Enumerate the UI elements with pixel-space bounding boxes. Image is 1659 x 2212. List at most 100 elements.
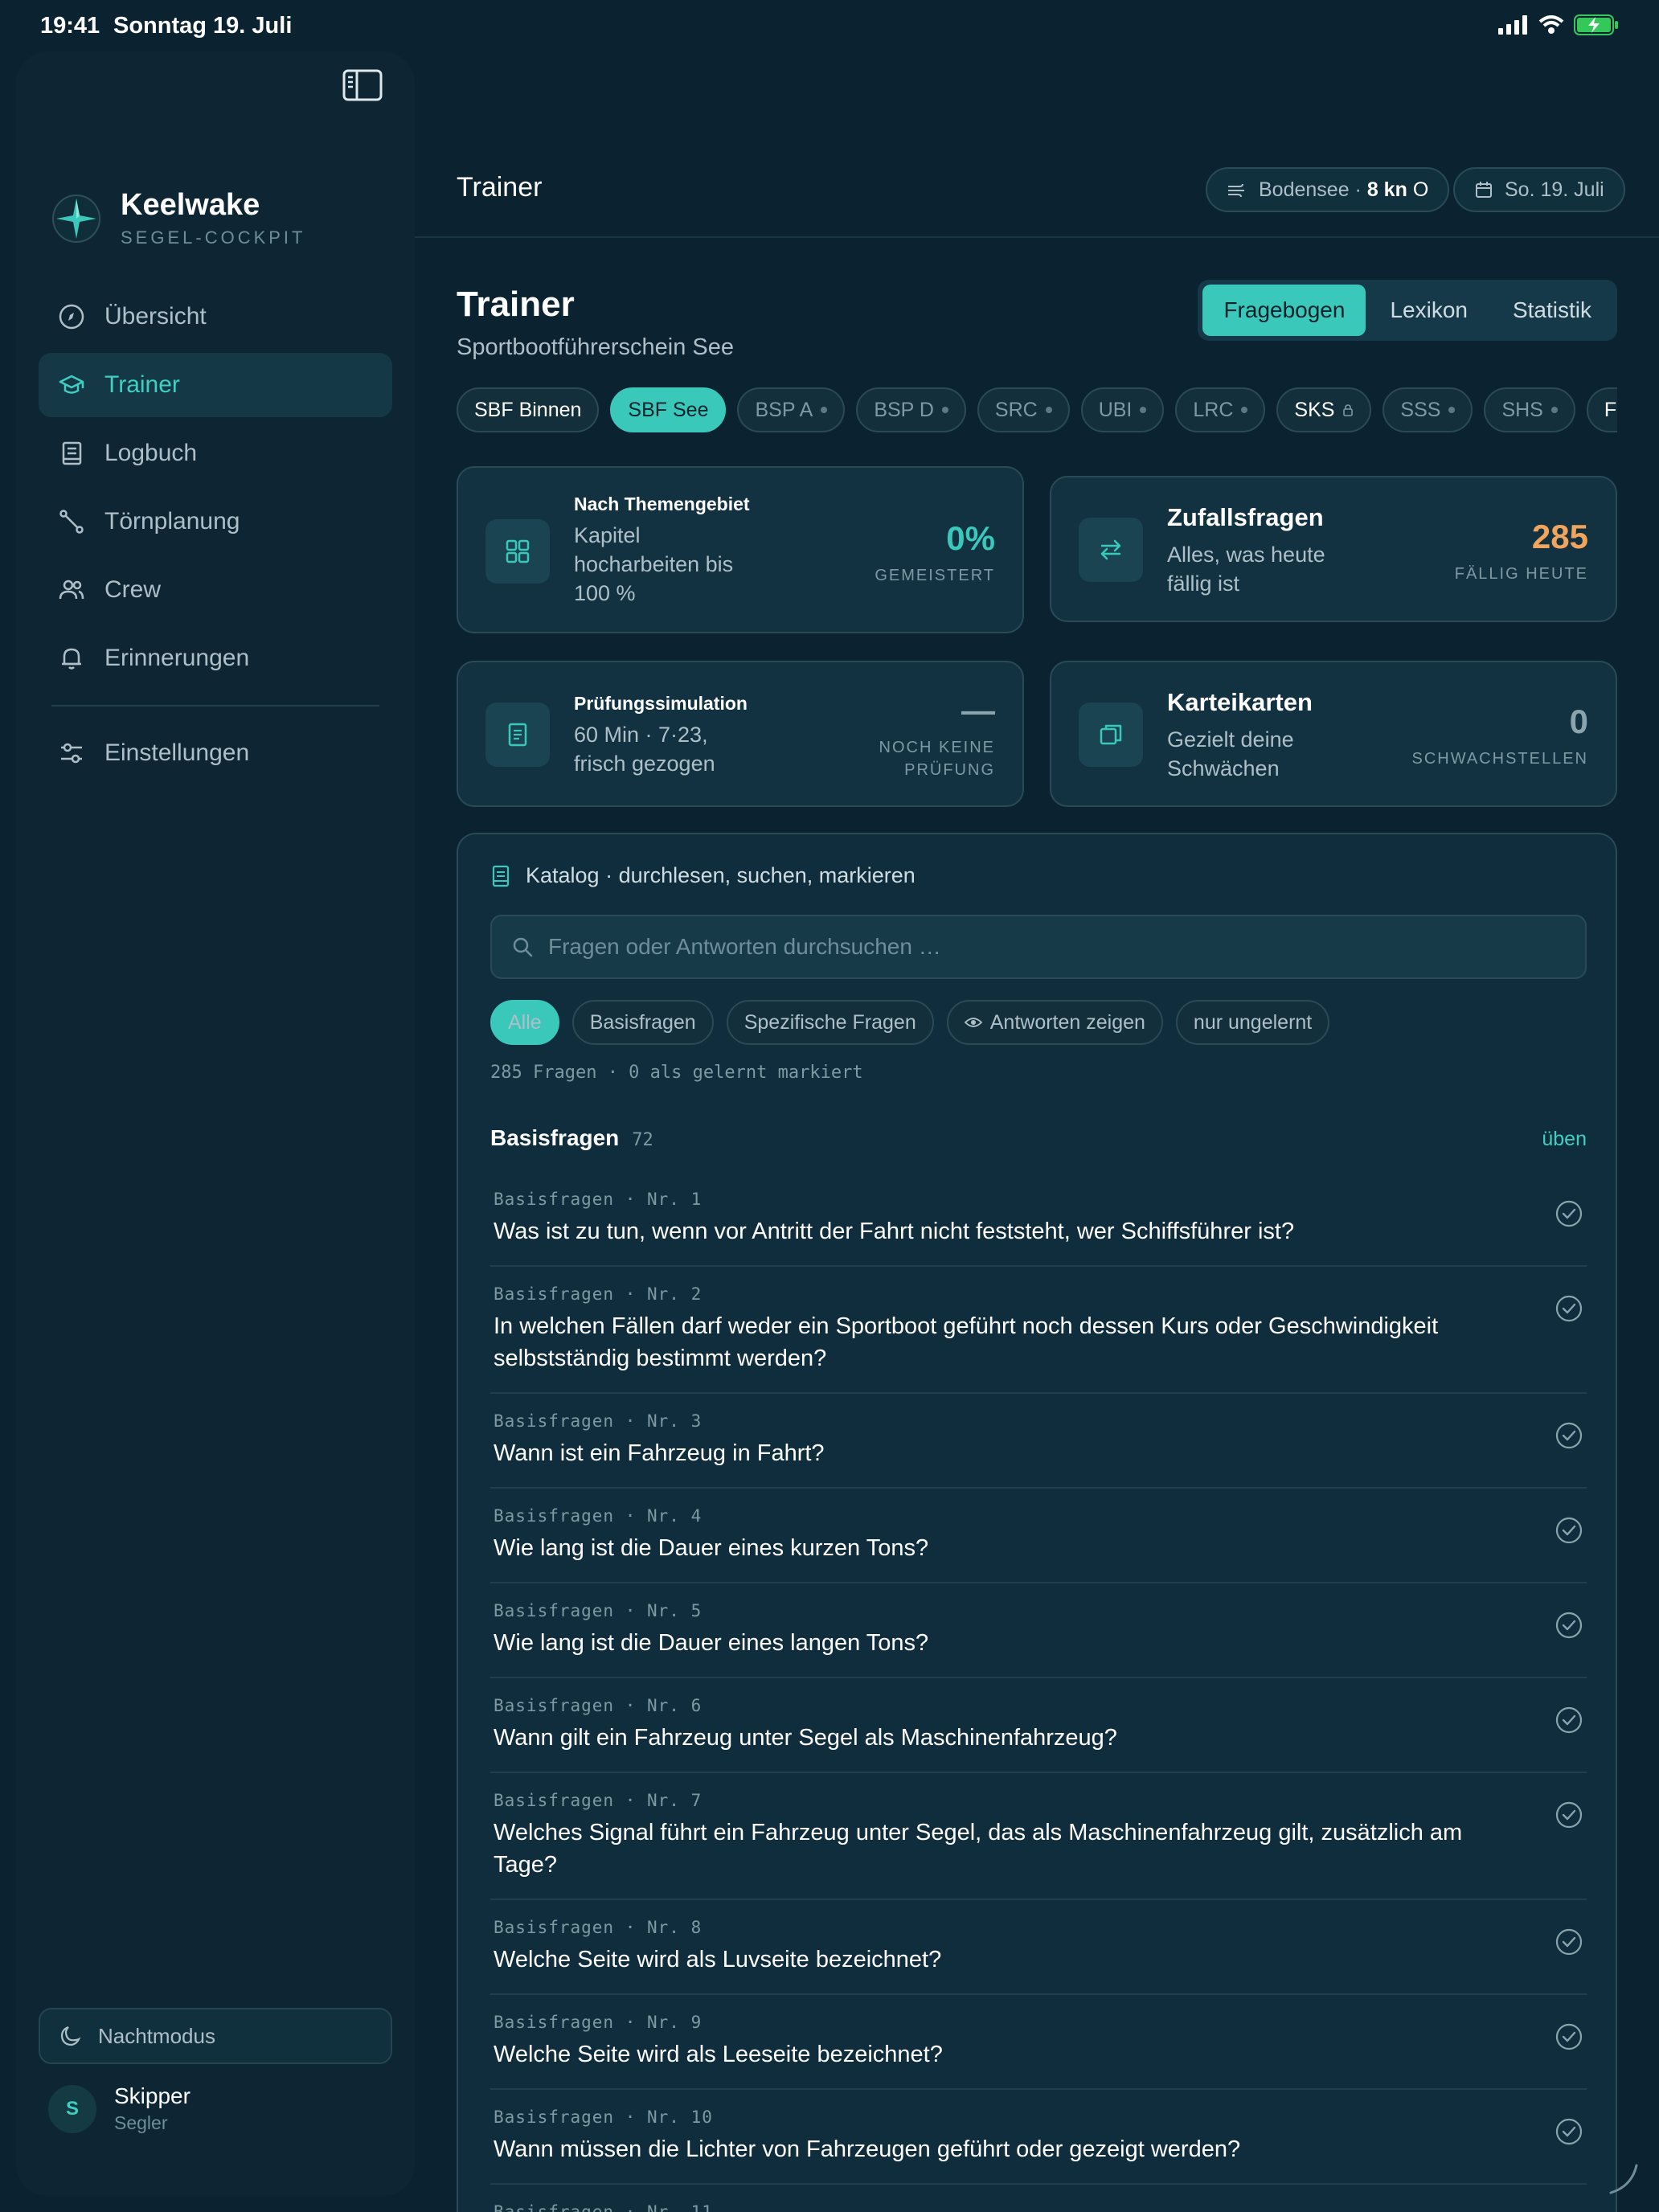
check-circle-icon[interactable] (1555, 1199, 1583, 1228)
tab-lexicon[interactable]: Lexikon (1369, 285, 1489, 336)
check-circle-icon[interactable] (1555, 1706, 1583, 1735)
sidebar-item-label: Trainer (104, 371, 180, 398)
check-circle-icon[interactable] (1555, 1421, 1583, 1450)
wind-icon (1228, 183, 1244, 198)
question-meta: Basisfragen · Nr. 7 (494, 1791, 703, 1810)
check-circle-icon[interactable] (1555, 2117, 1583, 2146)
question-meta: Basisfragen · Nr. 1 (494, 1190, 703, 1209)
book-icon (492, 865, 510, 887)
question-meta: Basisfragen · Nr. 6 (494, 1696, 703, 1715)
card-stat-label: FÄLLIG HEUTE (1454, 565, 1588, 583)
sidebar-item-label: Einstellungen (104, 739, 250, 766)
graduation-cap-icon (59, 375, 84, 394)
license-chips: SBF Binnen SBF See BSP A BSP D SRC UBI L… (457, 387, 1617, 432)
license-chip-sbf-binnen[interactable]: SBF Binnen (457, 387, 600, 432)
check-circle-icon[interactable] (1555, 1294, 1583, 1323)
sidebar-item-logbook[interactable]: Logbuch (39, 421, 392, 485)
license-chip-shs[interactable]: SHS (1484, 387, 1575, 432)
card-title: Zufallsfragen (1167, 503, 1324, 531)
practice-link[interactable]: üben (1542, 1128, 1587, 1151)
license-chip-src[interactable]: SRC (977, 387, 1070, 432)
license-chip-bsp-a[interactable]: BSP A (737, 387, 846, 432)
list-item[interactable]: Basisfragen · Nr. 8 Welche Seite wird als… (490, 1900, 1587, 1995)
license-chip-ubi[interactable]: UBI (1080, 387, 1165, 432)
list-item[interactable]: Basisfragen · Nr. 9 Welche Seite wird als… (490, 1995, 1587, 2090)
check-circle-icon[interactable] (1555, 2022, 1583, 2051)
chip-label: SKS (1294, 398, 1335, 421)
license-chip-bsp-d[interactable]: BSP D (856, 387, 966, 432)
list-item[interactable]: Basisfragen · Nr. 6 Wann gilt ein Fahrzeu… (490, 1678, 1587, 1773)
chip-label: LRC (1193, 398, 1234, 421)
moon-icon (60, 2026, 81, 2046)
weather-pill[interactable]: Bodensee · 8 kn O (1206, 167, 1450, 212)
card-stat-label: GEMEISTERT (875, 567, 995, 584)
list-item[interactable]: Basisfragen · Nr. 3 Wann ist ein Fahrzeug… (490, 1394, 1587, 1489)
view-tabs: Fragebogen Lexikon Statistik (1198, 280, 1617, 341)
bell-icon (62, 648, 81, 670)
card-icon-box (1079, 518, 1143, 582)
license-chip-sks[interactable]: SKS (1276, 387, 1372, 432)
question-meta: Basisfragen · Nr. 11 (494, 2202, 713, 2212)
list-item[interactable]: Basisfragen · Nr. 2 In welchen Fällen dar… (490, 1267, 1587, 1394)
sidebar-item-settings[interactable]: Einstellungen (39, 721, 392, 785)
night-mode-button[interactable]: Nachtmodus (39, 2008, 392, 2064)
chip-label: SRC (994, 398, 1038, 421)
swap-arrows-icon (1100, 539, 1121, 560)
tab-statistics[interactable]: Statistik (1492, 285, 1612, 336)
list-item[interactable]: Basisfragen · Nr. 7 Welches Signal führt … (490, 1773, 1587, 1900)
card-title: Prüfungssimulation (574, 693, 748, 714)
check-circle-icon[interactable] (1555, 1611, 1583, 1640)
card-description: Kapitel hocharbeiten bis 100 % (574, 523, 734, 605)
list-item[interactable]: Basisfragen · Nr. 11 (490, 2185, 1587, 2212)
wifi-icon (1538, 15, 1564, 34)
card-description: 60 Min · 7·23, frisch gezogen (574, 723, 715, 776)
status-dot (1241, 407, 1248, 413)
status-dot (1140, 407, 1147, 413)
list-item[interactable]: Basisfragen · Nr. 1 Was ist zu tun, wenn … (490, 1172, 1587, 1267)
filter-show-answers[interactable]: Antworten zeigen (946, 1000, 1163, 1045)
top-bar: Trainer Bodensee · 8 kn O So. 19. Juli (415, 145, 1659, 238)
card-icon-box (1079, 703, 1143, 767)
sidebar-item-label: Crew (104, 576, 162, 603)
filter-unlearned[interactable]: nur ungelernt (1175, 1000, 1330, 1045)
list-item[interactable]: Basisfragen · Nr. 4 Wie lang ist die Daue… (490, 1489, 1587, 1583)
sidebar-item-trainer[interactable]: Trainer (39, 353, 392, 417)
signal-icon (1498, 15, 1527, 35)
sidebar-item-reminders[interactable]: Erinnerungen (39, 626, 392, 690)
question-meta: Basisfragen · Nr. 8 (494, 1918, 703, 1937)
list-item[interactable]: Basisfragen · Nr. 10 Wann müssen die Lich… (490, 2090, 1587, 2185)
chip-label: SHS (1501, 398, 1543, 421)
license-chip-sss[interactable]: SSS (1382, 387, 1473, 432)
book-icon (62, 441, 82, 465)
search-input[interactable] (548, 934, 1553, 960)
sidebar-item-crew[interactable]: Crew (39, 558, 392, 622)
list-item[interactable]: Basisfragen · Nr. 5 Wie lang ist die Daue… (490, 1583, 1587, 1678)
topic-card[interactable]: Nach Themengebiet Kapitel hocharbeiten b… (457, 466, 1024, 633)
exam-simulation-card[interactable]: Prüfungssimulation 60 Min · 7·23, frisch… (457, 661, 1024, 807)
filter-basic[interactable]: Basisfragen (571, 1000, 714, 1045)
question-list: Basisfragen · Nr. 1 Was ist zu tun, wenn … (490, 1172, 1587, 2212)
filter-all[interactable]: Alle (490, 1000, 559, 1045)
flashcards-card[interactable]: Karteikarten Gezielt deine Schwächen 0 S… (1050, 661, 1617, 807)
card-title: Nach Themengebiet (574, 494, 750, 514)
check-circle-icon[interactable] (1555, 1800, 1583, 1829)
sidebar-item-trip-planning[interactable]: Törnplanung (39, 490, 392, 554)
sidebar-toggle-icon[interactable] (342, 69, 383, 101)
nav-divider (51, 705, 379, 707)
search-box[interactable] (490, 915, 1587, 979)
license-chip-lrc[interactable]: LRC (1175, 387, 1266, 432)
check-circle-icon[interactable] (1555, 1516, 1583, 1545)
status-bar: 19:41 Sonntag 19. Juli (0, 0, 1659, 51)
license-chip-fkn[interactable]: FKN (1586, 387, 1617, 432)
filter-specific[interactable]: Spezifische Fragen (726, 1000, 934, 1045)
user-profile[interactable]: S Skipper Segler (48, 2083, 190, 2134)
check-circle-icon[interactable] (1555, 1927, 1583, 1956)
license-chip-sbf-see[interactable]: SBF See (610, 387, 727, 432)
date-pill[interactable]: So. 19. Juli (1453, 167, 1625, 212)
weather-location: Bodensee · (1259, 178, 1362, 201)
sidebar-item-label: Übersicht (104, 303, 207, 330)
random-questions-card[interactable]: Zufallsfragen Alles, was heute fällig is… (1050, 476, 1617, 622)
sidebar-item-overview[interactable]: Übersicht (39, 285, 392, 349)
card-description: Alles, was heute fällig ist (1167, 543, 1325, 596)
tab-questionnaire[interactable]: Fragebogen (1202, 285, 1366, 336)
